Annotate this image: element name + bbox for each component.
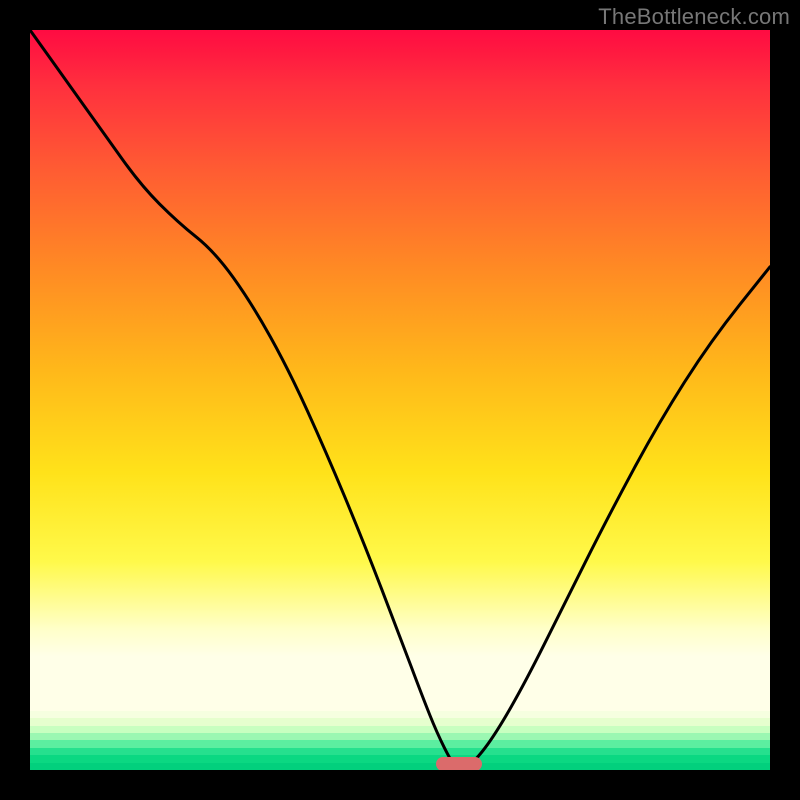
curve-path xyxy=(30,30,770,768)
plot-area xyxy=(30,30,770,770)
watermark-text: TheBottleneck.com xyxy=(598,4,790,30)
chart-frame: TheBottleneck.com xyxy=(0,0,800,800)
optimal-marker xyxy=(436,757,482,770)
bottleneck-curve xyxy=(30,30,770,770)
